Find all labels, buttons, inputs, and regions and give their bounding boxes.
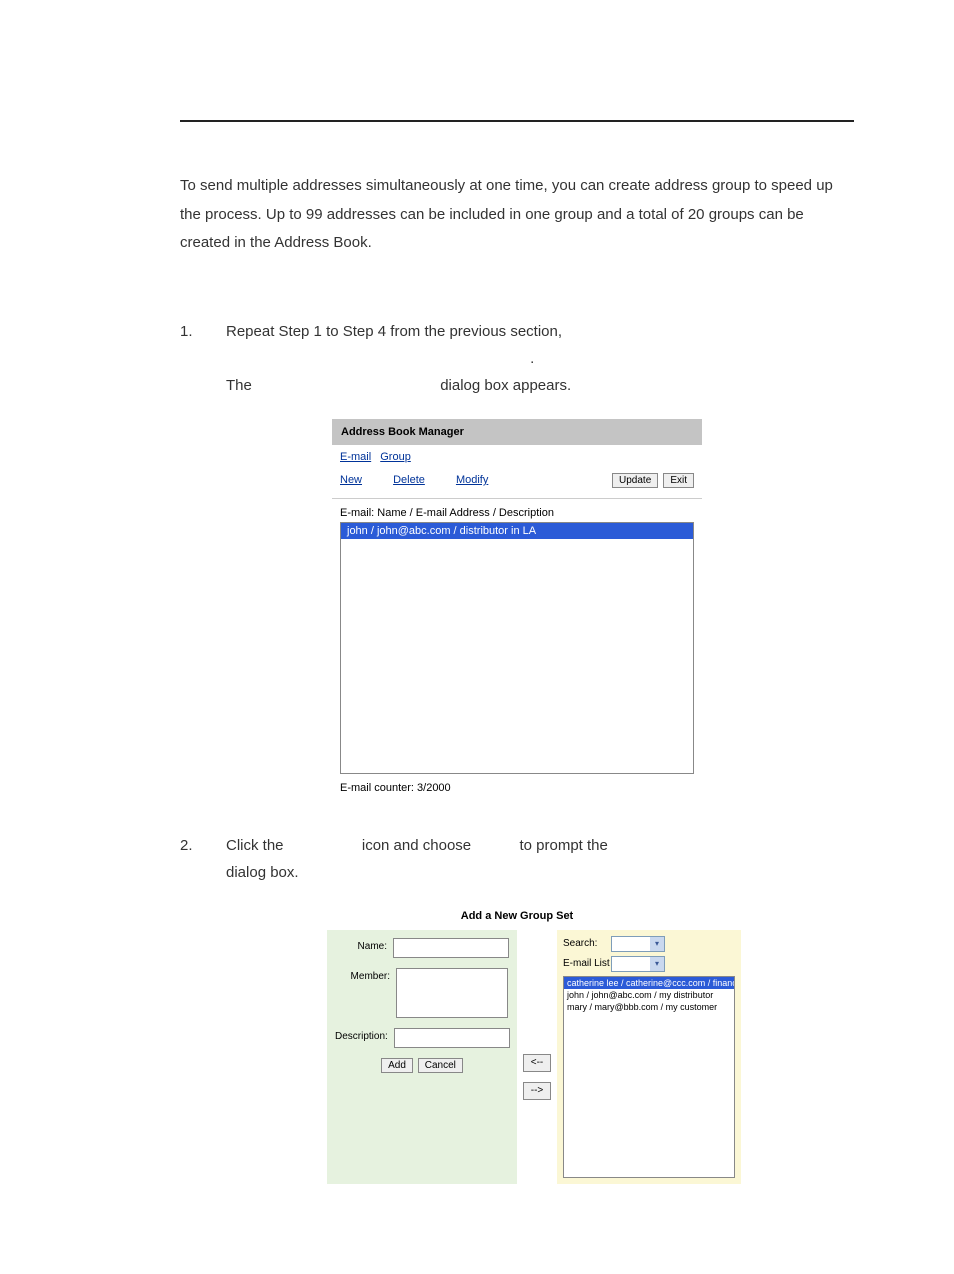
search-dropdown[interactable]: ▾ <box>611 936 665 952</box>
step-2-a: Click the <box>226 837 284 854</box>
step-2-number: 2. <box>180 832 226 886</box>
update-button[interactable]: Update <box>612 473 658 488</box>
exit-button[interactable]: Exit <box>663 473 694 488</box>
step-2-text: Click the icon and choose to prompt the … <box>226 832 854 886</box>
name-input[interactable] <box>393 938 509 958</box>
cancel-button[interactable]: Cancel <box>418 1058 463 1073</box>
move-buttons: <-- --> <box>523 930 551 1184</box>
divider-rule <box>180 120 854 122</box>
emaillist-dropdown[interactable]: ▾ <box>611 956 665 972</box>
search-label: Search: <box>563 938 611 949</box>
grp-right-panel: Search: ▾ E-mail List ▾ catherine lee / … <box>557 930 741 1184</box>
list-item[interactable]: mary / mary@bbb.com / my customer <box>564 1001 734 1013</box>
delete-link[interactable]: Delete <box>393 474 425 486</box>
chevron-down-icon: ▾ <box>650 937 664 951</box>
emaillist-label: E-mail List <box>563 958 611 969</box>
step-1-text: Repeat Step 1 to Step 4 from the previou… <box>226 318 854 399</box>
intro-paragraph: To send multiple addresses simultaneousl… <box>180 172 854 258</box>
tab-group[interactable]: Group <box>380 451 411 463</box>
add-group-dialog: Add a New Group Set Name: Member: Descri… <box>327 906 707 1184</box>
step-2-d: dialog box. <box>226 864 299 881</box>
step-1-number: 1. <box>180 318 226 399</box>
member-label: Member: <box>335 968 396 982</box>
new-link[interactable]: New <box>340 474 362 486</box>
step-1-line2a: The <box>226 377 252 394</box>
abm-list[interactable]: john / john@abc.com / distributor in LA <box>340 522 694 774</box>
list-item[interactable]: john / john@abc.com / my distributor <box>564 989 734 1001</box>
chevron-down-icon: ▾ <box>650 957 664 971</box>
grp-left-panel: Name: Member: Description: Add Cancel <box>327 930 517 1184</box>
step-1-line2b: dialog box appears. <box>440 377 571 394</box>
description-input[interactable] <box>394 1028 510 1048</box>
tab-email[interactable]: E-mail <box>340 451 371 463</box>
step-2-c: to prompt the <box>519 837 607 854</box>
abm-list-row[interactable]: john / john@abc.com / distributor in LA <box>341 523 693 539</box>
member-listbox[interactable] <box>396 968 508 1018</box>
move-right-button[interactable]: --> <box>523 1082 551 1100</box>
list-item[interactable]: catherine lee / catherine@ccc.com / fina… <box>564 977 734 989</box>
step-1: 1. Repeat Step 1 to Step 4 from the prev… <box>180 318 854 399</box>
name-label: Name: <box>335 938 393 952</box>
step-2-b: icon and choose <box>362 837 471 854</box>
grp-title: Add a New Group Set <box>327 906 707 930</box>
abm-list-header: E-mail: Name / E-mail Address / Descript… <box>332 499 702 522</box>
modify-link[interactable]: Modify <box>456 474 488 486</box>
description-label: Description: <box>335 1028 394 1042</box>
add-button[interactable]: Add <box>381 1058 413 1073</box>
step-1-dot: . <box>530 350 534 367</box>
step-1-line1a: Repeat Step 1 to Step 4 from the previou… <box>226 323 562 340</box>
step-2: 2. Click the icon and choose to prompt t… <box>180 832 854 886</box>
abm-counter: E-mail counter: 3/2000 <box>332 774 702 802</box>
move-left-button[interactable]: <-- <box>523 1054 551 1072</box>
abm-tabs: E-mail Group <box>332 445 702 469</box>
email-listbox[interactable]: catherine lee / catherine@ccc.com / fina… <box>563 976 735 1178</box>
address-book-manager-dialog: Address Book Manager E-mail Group New De… <box>332 419 702 802</box>
abm-button-group: Update Exit <box>610 473 694 488</box>
abm-title: Address Book Manager <box>332 419 702 445</box>
abm-link-group: New Delete Modify <box>340 474 516 486</box>
